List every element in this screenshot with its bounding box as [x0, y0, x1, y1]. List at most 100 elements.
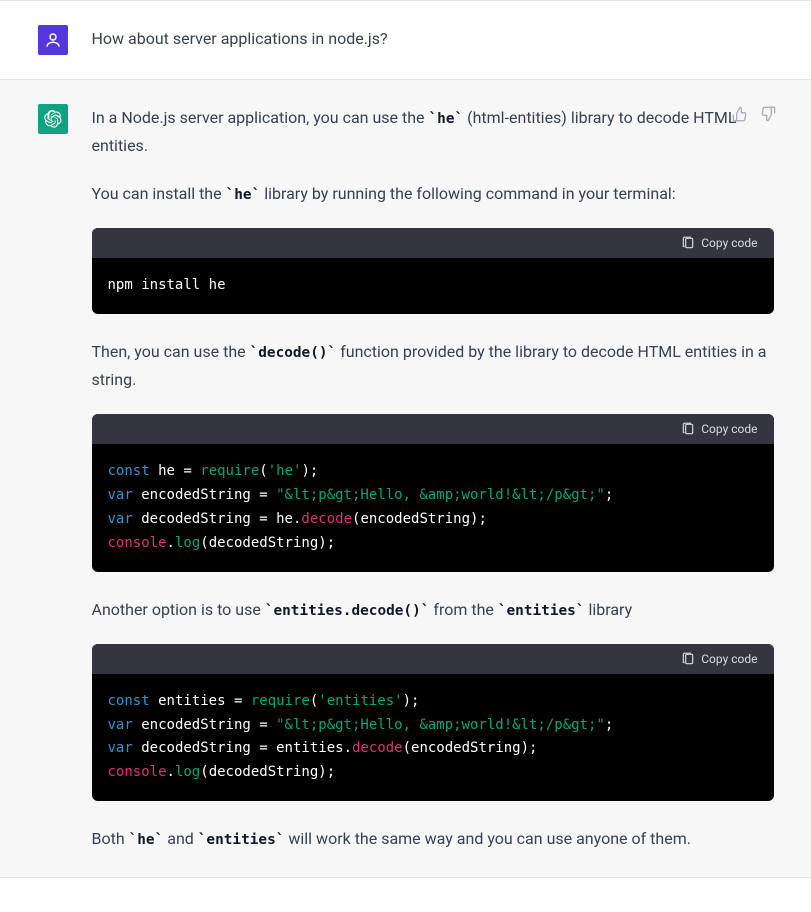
copy-code-button[interactable]: Copy code [681, 422, 757, 436]
assistant-paragraph: You can install the `he` library by runn… [92, 180, 774, 208]
inline-code: `entities` [498, 603, 585, 619]
thumbs-down-button[interactable] [758, 104, 778, 127]
copy-code-button[interactable]: Copy code [681, 236, 757, 250]
code-block: Copy code npm install he [92, 228, 774, 314]
tok: ( [403, 740, 411, 756]
tok [150, 463, 158, 479]
user-text: How about server applications in node.js… [92, 25, 774, 53]
tok: ( [200, 764, 208, 780]
tok [268, 717, 276, 733]
code-content: const entities = require ( 'entities'); va… [92, 674, 774, 801]
tok: log [175, 764, 200, 780]
code-block: Copy code const he = require('he'); var … [92, 414, 774, 571]
text: You can install the [92, 184, 226, 203]
tok: entities [276, 740, 343, 756]
tok [133, 717, 141, 733]
inline-code: `entities` [198, 832, 285, 848]
tok: ( [259, 463, 267, 479]
tok: var [108, 717, 133, 733]
text: In a Node.js server application, you can… [92, 108, 429, 127]
tok [268, 487, 276, 503]
tok: ( [200, 535, 208, 551]
tok: encodedString [360, 511, 470, 527]
clipboard-icon [681, 236, 695, 250]
inline-code: `he` [429, 111, 464, 127]
tok: encodedString [141, 487, 251, 503]
tok: decodedString [141, 511, 251, 527]
tok: const [108, 463, 150, 479]
tok [251, 717, 259, 733]
copy-code-button[interactable]: Copy code [681, 652, 757, 666]
tok: var [108, 740, 133, 756]
tok: console [108, 764, 167, 780]
tok: ; [605, 717, 613, 733]
tok: var [108, 487, 133, 503]
tok [133, 487, 141, 503]
tok: const [108, 693, 150, 709]
code-line: npm install he [108, 277, 226, 293]
code-block: Copy code const entities = require ( 'enti… [92, 644, 774, 801]
copy-label: Copy code [701, 422, 757, 436]
tok: ); [301, 463, 318, 479]
tok: ); [318, 535, 335, 551]
assistant-avatar [38, 104, 68, 134]
tok: encodedString [141, 717, 251, 733]
assistant-paragraph: Another option is to use `entities.decod… [92, 596, 774, 624]
feedback-buttons [730, 104, 778, 127]
tok: ; [605, 487, 613, 503]
tok: "&lt;p&gt;Hello, &amp;world!&lt;/p&gt;" [276, 487, 605, 503]
tok [226, 693, 234, 709]
assistant-paragraph: In a Node.js server application, you can… [92, 104, 774, 160]
text: from the [429, 600, 497, 619]
code-block-header: Copy code [92, 414, 774, 444]
copy-label: Copy code [701, 652, 757, 666]
tok: 'entities' [318, 693, 402, 709]
copy-label: Copy code [701, 236, 757, 250]
clipboard-icon [681, 652, 695, 666]
clipboard-icon [681, 422, 695, 436]
thumbs-up-icon [732, 106, 748, 122]
text: library [585, 600, 633, 619]
tok [242, 693, 250, 709]
text: Then, you can use the [92, 342, 250, 361]
code-block-header: Copy code [92, 228, 774, 258]
tok: he [276, 511, 293, 527]
thumbs-up-button[interactable] [730, 104, 750, 127]
person-icon [44, 31, 62, 49]
user-avatar [38, 25, 68, 55]
text: and [163, 829, 198, 848]
assistant-paragraph: Both `he` and `entities` will work the s… [92, 825, 774, 853]
tok: ); [521, 740, 538, 756]
inline-code: `entities.decode()` [265, 603, 430, 619]
text: library by running the following command… [260, 184, 675, 203]
tok: = [259, 717, 267, 733]
tok: require [251, 693, 310, 709]
tok: decode [301, 511, 352, 527]
tok: require [200, 463, 259, 479]
tok: var [108, 511, 133, 527]
inline-code: `he` [129, 832, 164, 848]
tok [133, 740, 141, 756]
tok: ); [318, 764, 335, 780]
inline-code: `decode()` [250, 345, 337, 361]
inline-code: `he` [226, 187, 261, 203]
tok [251, 740, 259, 756]
tok [150, 693, 158, 709]
thumbs-down-icon [760, 106, 776, 122]
code-content: const he = require('he'); var encodedStr… [92, 444, 774, 571]
tok [251, 487, 259, 503]
tok: entities [158, 693, 225, 709]
text: Both [92, 829, 129, 848]
tok [268, 740, 276, 756]
tok: = [183, 463, 191, 479]
code-content: npm install he [92, 258, 774, 314]
tok: . [167, 764, 175, 780]
tok: decodedString [209, 535, 319, 551]
tok [133, 511, 141, 527]
tok: . [167, 535, 175, 551]
tok: he [158, 463, 175, 479]
tok: decodedString [141, 740, 251, 756]
text: Another option is to use [92, 600, 265, 619]
tok: console [108, 535, 167, 551]
user-message: How about server applications in node.js… [0, 1, 811, 80]
